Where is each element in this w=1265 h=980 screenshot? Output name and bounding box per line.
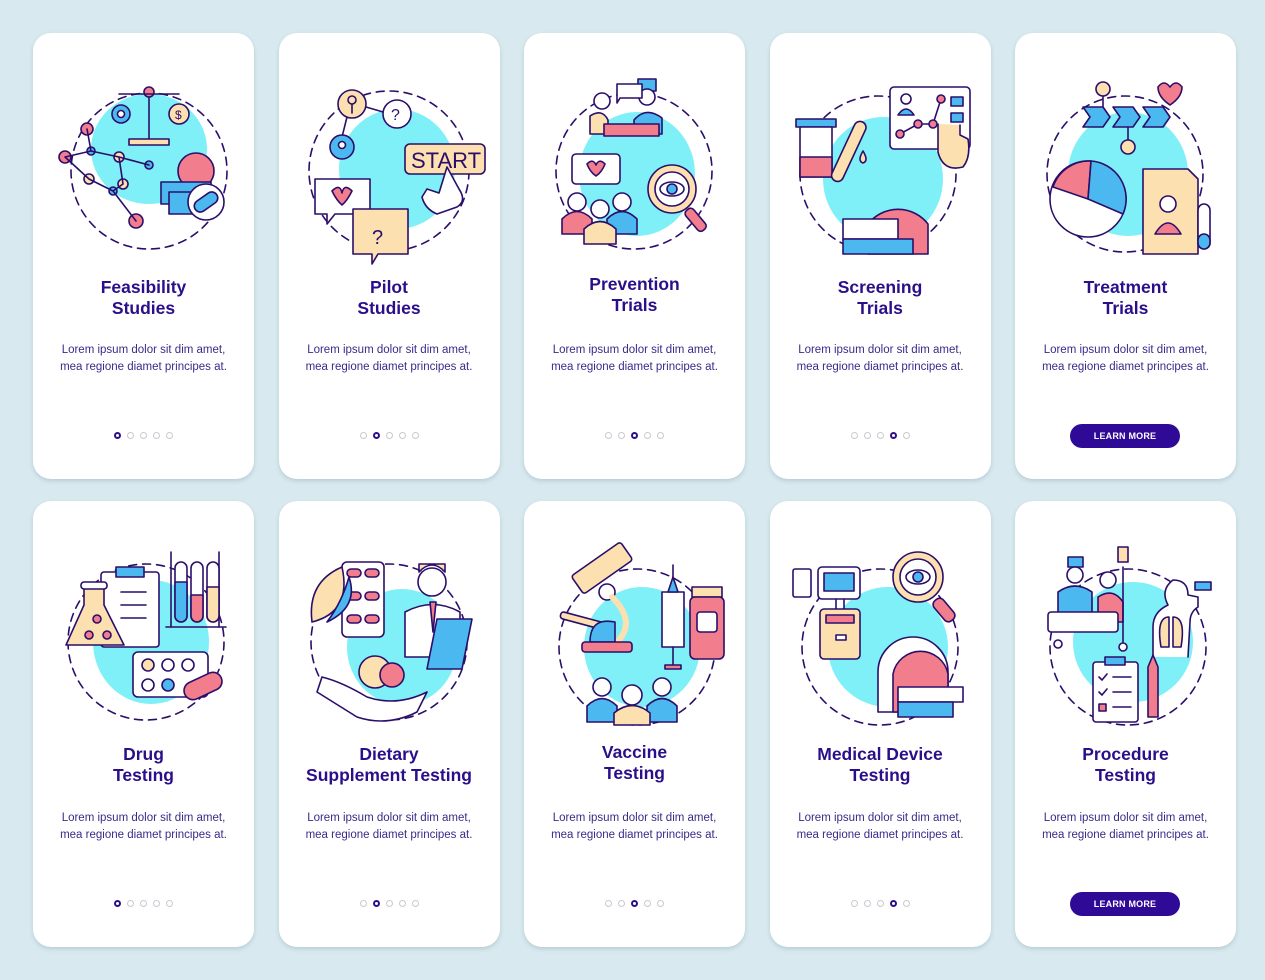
svg-text:?: ? (391, 107, 400, 124)
card-description: Lorem ipsum dolor sit dim amet, mea regi… (60, 344, 227, 373)
card-title: Feasibility Studies (100, 277, 187, 318)
card-title: Drug Testing (113, 744, 174, 785)
page-dot-4-active[interactable] (889, 900, 897, 907)
page-dot-1[interactable] (359, 900, 367, 907)
card-title: Screening Trials (837, 277, 923, 318)
page-dot-5[interactable] (166, 432, 173, 439)
page-dot-3[interactable] (876, 900, 884, 907)
process-pie-chart-folder-icon (1033, 79, 1218, 255)
learn-more-button[interactable]: LEARN MORE (1070, 892, 1180, 916)
page-dot-5[interactable] (657, 900, 664, 907)
learn-more-button[interactable]: LEARN MORE (1070, 424, 1180, 448)
page-dot-5[interactable] (166, 900, 173, 907)
onboarding-card-treatment-trials: Treatment Trials Lorem ipsum dolor sit d… (1015, 33, 1236, 479)
card-description: Lorem ipsum dolor sit dim amet, mea regi… (305, 812, 473, 841)
onboarding-screens-grid: $ Feasibility Studies Lorem ipsum dolor … (33, 33, 1236, 947)
page-dot-1[interactable] (605, 900, 612, 907)
onboarding-card-prevention-trials: Prevention Trials Lorem ipsum dolor sit … (524, 33, 745, 479)
page-dot-3[interactable] (385, 432, 393, 439)
onboarding-card-vaccine-testing: Vaccine Testing Lorem ipsum dolor sit di… (524, 501, 745, 947)
page-dot-5[interactable] (657, 432, 664, 439)
page-dot-2[interactable] (618, 900, 625, 907)
page-dot-1[interactable] (850, 900, 858, 907)
key-start-button-chat-icon: ? START ? (297, 79, 486, 265)
page-dot-1[interactable] (605, 432, 612, 439)
pagination-dots (524, 900, 745, 907)
pagination-dots (770, 900, 991, 907)
svg-text:$: $ (175, 108, 182, 122)
monitor-magnifier-mri-icon (788, 547, 973, 726)
page-dot-2[interactable] (127, 900, 134, 907)
page-dot-4[interactable] (398, 432, 406, 439)
microscope-syringe-vial-group-icon (542, 542, 727, 726)
card-title: Dietary Supplement Testing (306, 744, 472, 785)
pagination-dots (770, 432, 991, 439)
pagination-dots (524, 432, 745, 439)
page-dot-3[interactable] (140, 432, 147, 439)
onboarding-card-medical-device-testing: Medical Device Testing Lorem ipsum dolor… (769, 501, 991, 947)
onboarding-card-screening-trials: Screening Trials Lorem ipsum dolor sit d… (769, 33, 991, 479)
card-title: Procedure Testing (1082, 744, 1169, 785)
card-description: Lorem ipsum dolor sit dim amet, mea regi… (796, 812, 964, 841)
scale-gear-molecule-money-pill-icon: $ (51, 79, 236, 254)
card-description: Lorem ipsum dolor sit dim amet, mea regi… (60, 812, 227, 841)
page-dot-5[interactable] (902, 900, 910, 907)
page-dot-2-active[interactable] (372, 900, 380, 907)
doctor-consultation-magnifier-group-icon (542, 78, 727, 254)
flask-test-tubes-pills-icon (51, 547, 236, 722)
card-title: Medical Device Testing (817, 744, 943, 785)
page-dot-2[interactable] (863, 432, 871, 439)
card-title: Pilot Studies (357, 277, 421, 318)
page-dot-5[interactable] (411, 900, 419, 907)
svg-text:?: ? (372, 227, 383, 249)
page-dot-5[interactable] (411, 432, 419, 439)
card-description: Lorem ipsum dolor sit dim amet, mea regi… (1042, 344, 1209, 373)
onboarding-card-procedure-testing: Procedure Testing Lorem ipsum dolor sit … (1015, 501, 1236, 947)
page-dot-1[interactable] (359, 432, 367, 439)
page-dot-3[interactable] (876, 432, 884, 439)
page-dot-1-active[interactable] (114, 432, 121, 439)
test-tube-mri-chart-icon (788, 79, 973, 255)
surgery-lungs-clipboard-icon (1033, 546, 1218, 726)
pagination-dots (279, 900, 500, 907)
leaf-pills-doctor-hand-icon (297, 547, 482, 722)
page-dot-3-active[interactable] (631, 900, 638, 907)
page-dot-4[interactable] (153, 900, 160, 907)
onboarding-card-pilot-studies: ? START ? Pilot Studies Lorem ipsum dolo… (278, 33, 500, 479)
page-dot-5[interactable] (902, 432, 910, 439)
page-dot-4-active[interactable] (889, 432, 897, 439)
card-title: Vaccine Testing (601, 742, 668, 783)
page-dot-3[interactable] (385, 900, 393, 907)
card-description: Lorem ipsum dolor sit dim amet, mea regi… (305, 344, 473, 373)
page-dot-2[interactable] (863, 900, 871, 907)
card-title: Prevention Trials (589, 274, 680, 315)
page-dot-4[interactable] (398, 900, 406, 907)
pagination-dots (279, 432, 500, 439)
page-dot-2-active[interactable] (372, 432, 380, 439)
pagination-dots (33, 432, 254, 439)
card-description: Lorem ipsum dolor sit dim amet, mea regi… (1042, 812, 1209, 841)
card-title: Treatment Trials (1083, 277, 1168, 318)
card-description: Lorem ipsum dolor sit dim amet, mea regi… (796, 344, 964, 373)
card-description: Lorem ipsum dolor sit dim amet, mea regi… (551, 812, 718, 841)
page-dot-4[interactable] (153, 432, 160, 439)
page-dot-3[interactable] (140, 900, 147, 907)
page-dot-4[interactable] (644, 900, 651, 907)
page-dot-2[interactable] (127, 432, 134, 439)
page-dot-4[interactable] (644, 432, 651, 439)
pagination-dots (33, 900, 254, 907)
onboarding-card-dietary-supplement-testing: Dietary Supplement Testing Lorem ipsum d… (278, 501, 500, 947)
onboarding-card-drug-testing: Drug Testing Lorem ipsum dolor sit dim a… (33, 501, 254, 947)
card-description: Lorem ipsum dolor sit dim amet, mea regi… (551, 344, 718, 373)
page-dot-3-active[interactable] (631, 432, 638, 439)
page-dot-1[interactable] (850, 432, 858, 439)
page-dot-2[interactable] (618, 432, 625, 439)
page-dot-1-active[interactable] (114, 900, 121, 907)
onboarding-card-feasibility-studies: $ Feasibility Studies Lorem ipsum dolor … (33, 33, 254, 479)
